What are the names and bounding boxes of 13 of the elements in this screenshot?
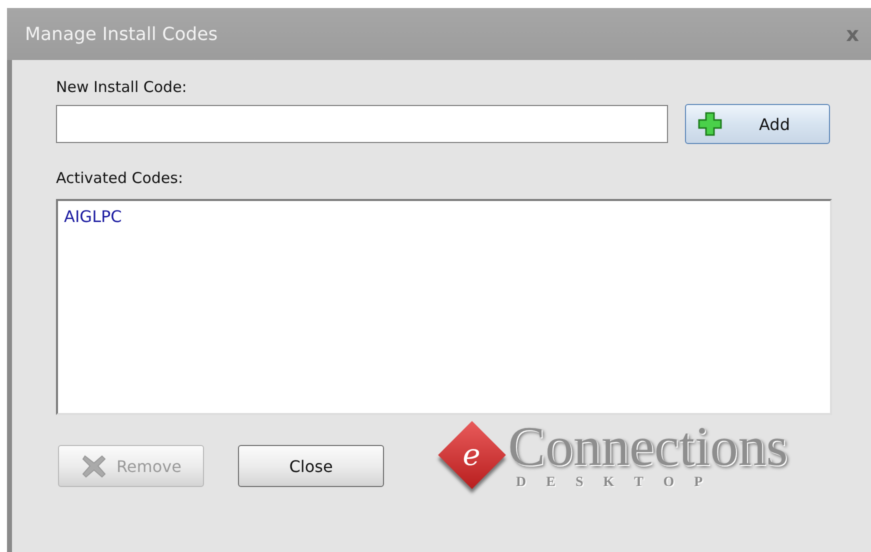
- plus-icon: [698, 112, 722, 136]
- field-label: New Install Code:: [56, 78, 188, 96]
- add-button[interactable]: Add: [685, 104, 830, 144]
- list-label: Activated Codes:: [56, 169, 184, 187]
- logo-mark: e: [438, 421, 506, 489]
- logo-tagline: DESKTOP: [516, 475, 723, 491]
- codes-list[interactable]: AIGLPC: [56, 199, 832, 415]
- list-item[interactable]: AIGLPC: [62, 205, 826, 228]
- input-field[interactable]: [56, 105, 668, 143]
- close-button[interactable]: Close: [238, 445, 384, 487]
- window-title: Manage Install Codes: [25, 24, 218, 44]
- x-icon: [80, 453, 107, 479]
- logo-name: Connections: [508, 419, 788, 475]
